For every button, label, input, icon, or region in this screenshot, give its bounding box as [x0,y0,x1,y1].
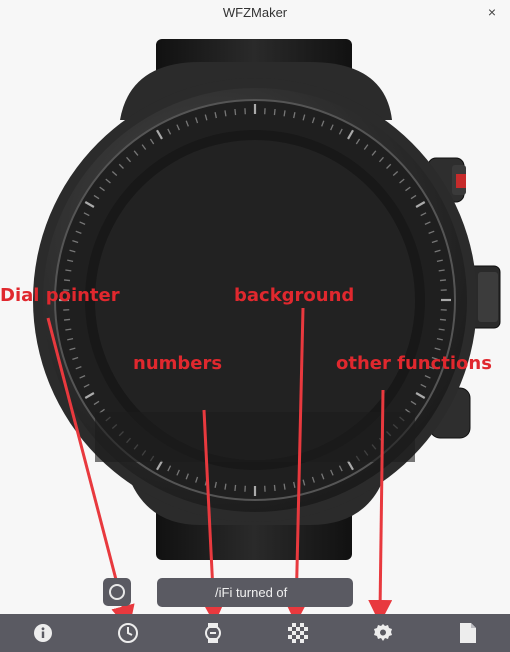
bezel-tick [65,328,72,331]
window-title: WFZMaker [222,5,288,20]
watch-preview [0,26,510,614]
watch-icon [204,623,221,643]
bezel-tick [283,483,286,490]
bezel-tick [234,108,237,116]
label-background: background [234,285,355,306]
bottom-toolbar [0,614,510,652]
settings-button[interactable] [363,614,403,652]
bezel-tick [63,318,71,321]
bezel-tick [283,110,286,117]
watch-image [33,39,501,560]
label-dial-pointer: Dial pointer [0,285,120,306]
bezel-tick [438,269,445,272]
info-button[interactable] [23,614,63,652]
document-icon [459,623,476,643]
info-icon [33,624,52,642]
settings-icon [373,624,392,641]
close-icon[interactable]: × [484,4,500,20]
clock-button[interactable] [108,614,148,652]
bezel-tick [439,279,447,282]
bezel-tick [273,108,276,116]
label-numbers: numbers [133,353,223,374]
bezel-tick [224,483,227,490]
bezel-tick [65,269,72,272]
bezel-tick [63,279,71,282]
bezel-tick [234,484,237,492]
checkerboard-icon [287,623,308,643]
bezel-tick [224,110,227,117]
wifi-status: /iFi turned of [157,578,353,607]
title-bar: WFZMaker × [0,0,510,26]
bezel-tick [439,318,447,321]
bezel-tick [438,328,445,331]
circle-icon [109,584,125,600]
background-button[interactable] [278,614,318,652]
bezel-tick [273,484,276,492]
refresh-button[interactable] [103,578,131,606]
watch-button[interactable] [193,614,233,652]
clock-icon [117,623,138,643]
document-button[interactable] [448,614,488,652]
label-other-functions: other functions [336,353,492,374]
